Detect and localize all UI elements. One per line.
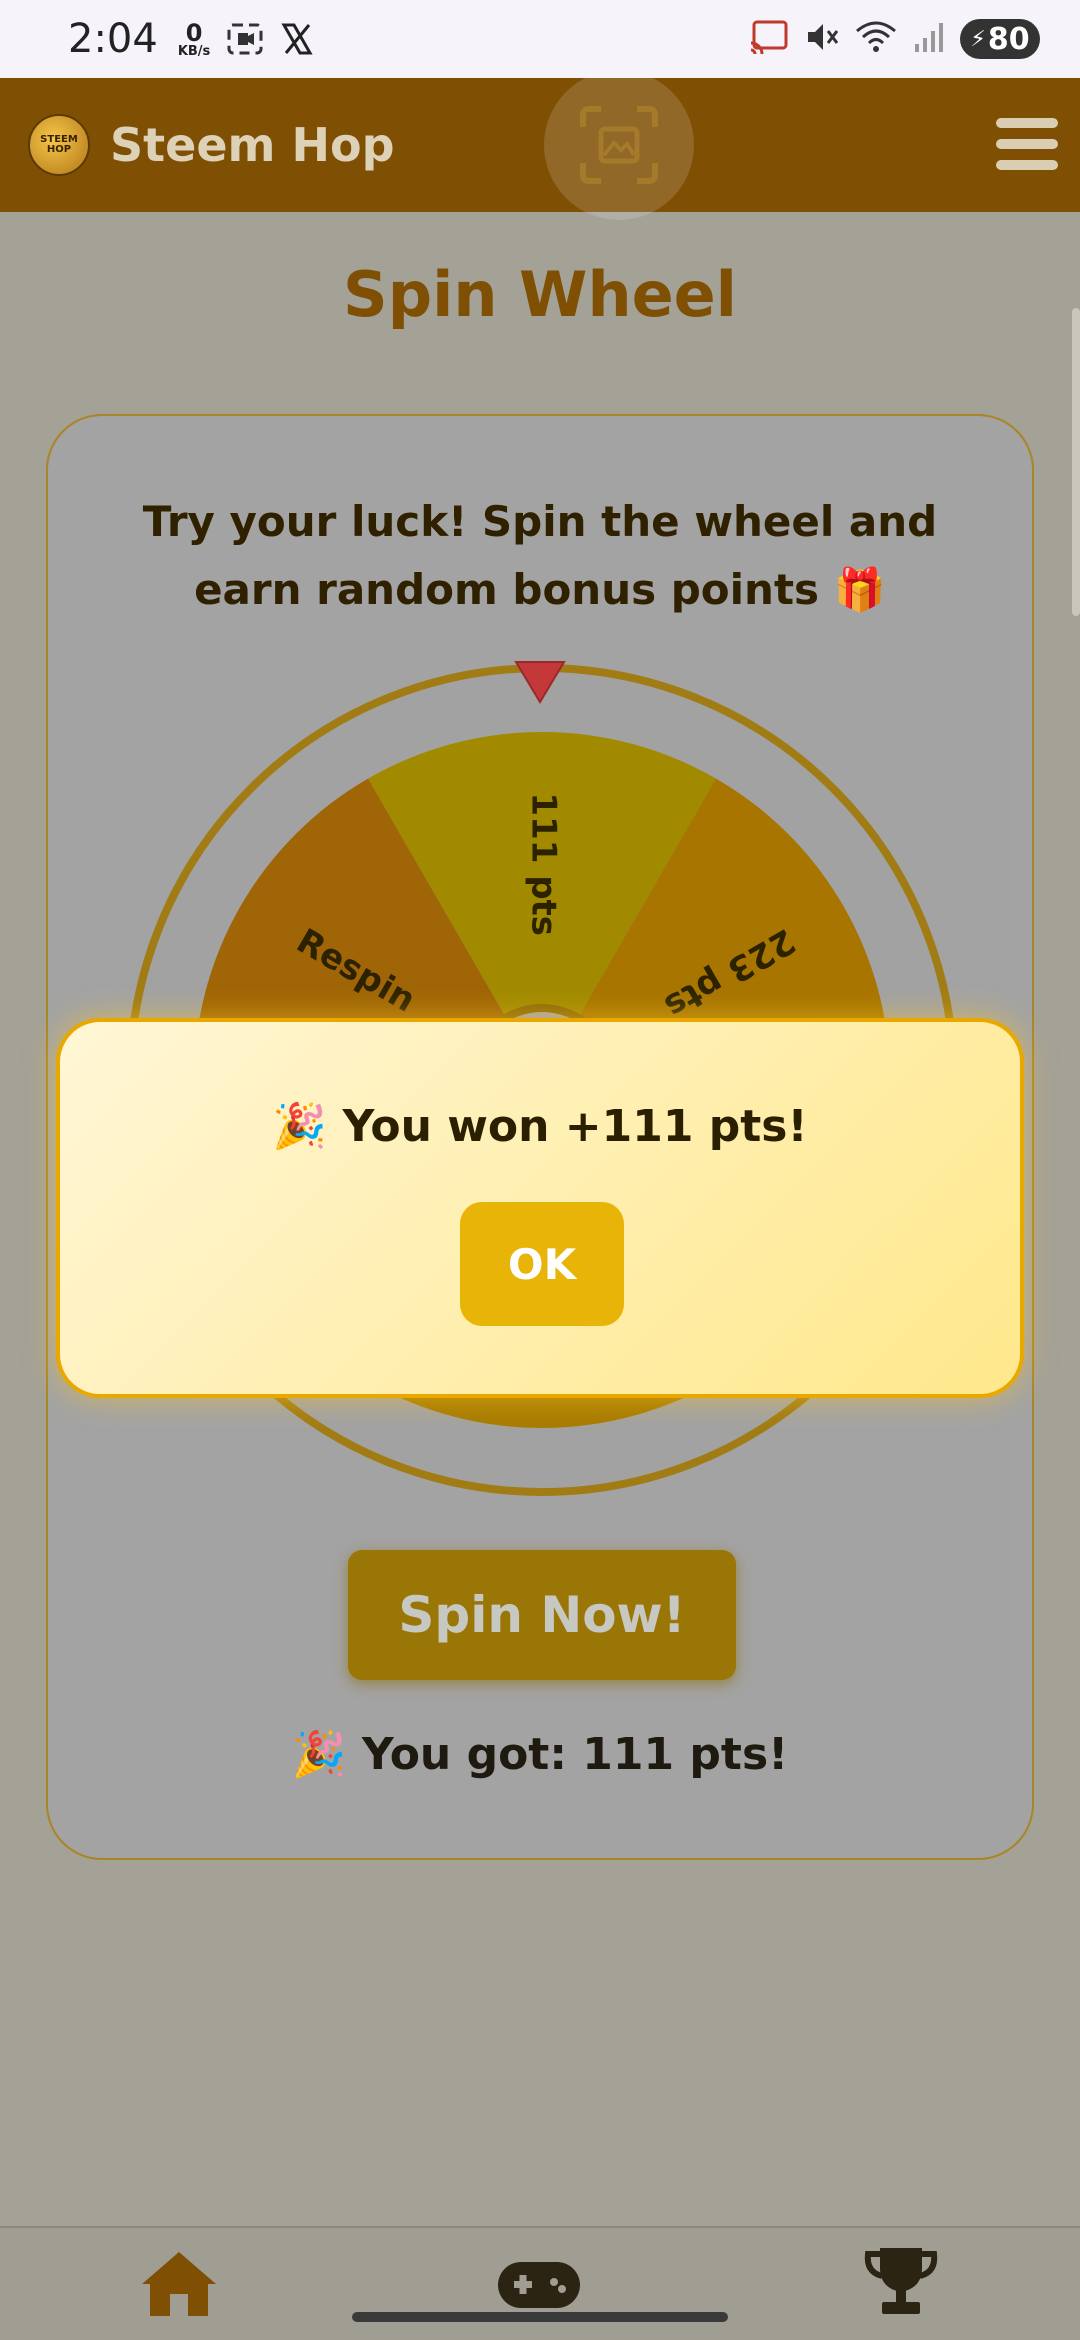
status-time: 2:04 (68, 16, 158, 62)
bottom-nav (0, 2226, 1080, 2340)
app-logo[interactable]: STEEM HOP (28, 114, 90, 176)
nav-games[interactable] (496, 2258, 582, 2316)
spin-now-button[interactable]: Spin Now! (348, 1550, 736, 1680)
gamepad-icon (498, 2262, 580, 2308)
battery-level: 80 (987, 21, 1030, 57)
status-bar: 2:04 0 KB/s ⚡ 80 (0, 0, 1080, 78)
net-speed-value: 0 (185, 18, 203, 47)
wifi-icon (854, 19, 898, 59)
scrollbar[interactable] (1072, 308, 1080, 616)
battery-icon: ⚡ 80 (960, 19, 1040, 59)
net-speed-unit: KB/s (177, 43, 211, 59)
signal-icon (912, 20, 946, 58)
screen-record-icon (226, 22, 264, 56)
net-speed: 0 KB/s (178, 21, 210, 58)
nav-home[interactable] (138, 2248, 220, 2324)
trophy-icon (864, 2248, 938, 2314)
x-logo-icon (280, 22, 314, 56)
app-title[interactable]: Steem Hop (110, 118, 395, 172)
logo-text-line2: HOP (46, 144, 72, 155)
image-search-icon[interactable] (544, 70, 694, 220)
app-header: STEEM HOP Steem Hop (0, 70, 1080, 220)
nav-leaderboard[interactable] (862, 2244, 940, 2322)
menu-icon[interactable] (996, 118, 1058, 170)
wheel-segment-label: 111 pts (524, 792, 564, 936)
wheel-pointer-icon (514, 661, 566, 704)
mute-icon (804, 19, 840, 59)
cast-icon (748, 19, 790, 59)
page-title: Spin Wheel (343, 258, 737, 331)
home-icon (142, 2252, 216, 2316)
spin-description: Try your luck! Spin the wheel and earn r… (142, 497, 938, 614)
win-popup: 🎉 You won +111 pts! OK (56, 1018, 1024, 1398)
ok-button[interactable]: OK (460, 1202, 624, 1326)
gesture-bar[interactable] (352, 2312, 728, 2322)
spin-result: 🎉 You got: 111 pts! (291, 1729, 789, 1780)
popup-message: 🎉 You won +111 pts! (272, 1101, 808, 1152)
